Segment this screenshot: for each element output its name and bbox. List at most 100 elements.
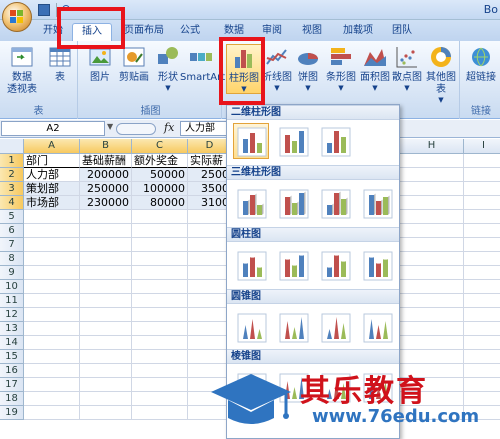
grid-cell[interactable] <box>80 252 132 266</box>
column-header-a[interactable]: A <box>24 139 80 154</box>
data-cell[interactable]: 市场部 <box>24 196 80 210</box>
row-header-7[interactable]: 7 <box>0 238 24 252</box>
grid-cell[interactable] <box>80 308 132 322</box>
grid-cell[interactable] <box>464 378 500 392</box>
tab-view[interactable]: 视图 <box>296 23 328 41</box>
grid-cell[interactable] <box>24 350 80 364</box>
data-cell[interactable]: 230000 <box>80 196 132 210</box>
grid-cell[interactable] <box>80 392 132 406</box>
save-icon[interactable] <box>38 4 50 16</box>
row-header-5[interactable]: 5 <box>0 210 24 224</box>
formula-input[interactable]: 人力部 <box>180 121 230 136</box>
row-header-6[interactable]: 6 <box>0 224 24 238</box>
grid-cell[interactable] <box>24 294 80 308</box>
row-header-2[interactable]: 2 <box>0 168 24 182</box>
row-header-9[interactable]: 9 <box>0 266 24 280</box>
scatter-chart-button[interactable]: 散点图 ▼ <box>390 44 424 92</box>
grid-cell[interactable] <box>132 392 188 406</box>
grid-cell[interactable] <box>464 168 500 182</box>
grid-cell[interactable] <box>132 210 188 224</box>
grid-cell[interactable] <box>464 210 500 224</box>
select-all-corner[interactable] <box>0 139 24 154</box>
grid-cell[interactable] <box>80 266 132 280</box>
other-charts-button[interactable]: 其他图表 ▼ <box>422 44 460 104</box>
row-header-4[interactable]: 4 <box>0 196 24 210</box>
hyperlink-button[interactable]: 超链接 <box>463 44 499 84</box>
grid-cell[interactable] <box>464 280 500 294</box>
data-cell[interactable]: 50000 <box>132 168 188 182</box>
row-header-13[interactable]: 13 <box>0 322 24 336</box>
grid-cell[interactable] <box>80 336 132 350</box>
row-header-14[interactable]: 14 <box>0 336 24 350</box>
column-header-h[interactable]: H <box>400 139 464 154</box>
formula-bar-expand-control[interactable] <box>116 123 156 135</box>
chart-subtype-cyl-4[interactable] <box>359 247 395 283</box>
tab-formulas[interactable]: 公式 <box>174 23 206 41</box>
grid-cell[interactable] <box>464 322 500 336</box>
grid-cell[interactable] <box>400 168 464 182</box>
grid-cell[interactable] <box>80 364 132 378</box>
data-cell[interactable]: 100000 <box>132 182 188 196</box>
grid-cell[interactable] <box>24 252 80 266</box>
chart-subtype-cone-3[interactable] <box>317 309 353 345</box>
row-header-18[interactable]: 18 <box>0 392 24 406</box>
row-header-17[interactable]: 17 <box>0 378 24 392</box>
grid-cell[interactable] <box>400 266 464 280</box>
grid-cell[interactable] <box>132 294 188 308</box>
chart-subtype-cone-2[interactable] <box>275 309 311 345</box>
grid-cell[interactable] <box>24 406 80 420</box>
row-header-10[interactable]: 10 <box>0 280 24 294</box>
column-header-b[interactable]: B <box>80 139 132 154</box>
tab-addins[interactable]: 加载项 <box>336 23 380 41</box>
grid-cell[interactable] <box>464 294 500 308</box>
header-cell[interactable]: 部门 <box>24 154 80 168</box>
grid-cell[interactable] <box>400 154 464 168</box>
grid-cell[interactable] <box>132 308 188 322</box>
clipart-button[interactable]: 剪贴画 <box>116 44 152 84</box>
table-button[interactable]: 表 <box>42 44 78 84</box>
header-cell[interactable]: 基础薪酬 <box>80 154 132 168</box>
row-header-3[interactable]: 3 <box>0 182 24 196</box>
name-box[interactable]: A2 <box>1 121 105 136</box>
grid-cell[interactable] <box>80 322 132 336</box>
grid-cell[interactable] <box>132 336 188 350</box>
pie-chart-button[interactable]: 饼图 ▼ <box>292 44 324 92</box>
chart-subtype-cyl-1[interactable] <box>233 247 269 283</box>
grid-cell[interactable] <box>464 266 500 280</box>
grid-cell[interactable] <box>80 406 132 420</box>
chart-subtype-cone-1[interactable] <box>233 309 269 345</box>
grid-cell[interactable] <box>400 238 464 252</box>
office-button[interactable] <box>2 2 32 32</box>
grid-cell[interactable] <box>24 224 80 238</box>
grid-cell[interactable] <box>400 224 464 238</box>
column-header-i[interactable]: I <box>464 139 500 154</box>
grid-cell[interactable] <box>80 294 132 308</box>
chart-subtype-col3d-3[interactable] <box>317 185 353 221</box>
grid-cell[interactable] <box>400 196 464 210</box>
name-box-dropdown-icon[interactable]: ▼ <box>107 122 113 131</box>
grid-cell[interactable] <box>132 280 188 294</box>
grid-cell[interactable] <box>400 350 464 364</box>
grid-cell[interactable] <box>400 280 464 294</box>
pivot-table-button[interactable]: 数据 透视表 <box>4 44 40 96</box>
column-header-c[interactable]: C <box>132 139 188 154</box>
data-cell[interactable]: 策划部 <box>24 182 80 196</box>
grid-cell[interactable] <box>24 364 80 378</box>
chart-subtype-col3d-4[interactable] <box>359 185 395 221</box>
chart-subtype-col2d-3[interactable] <box>317 123 353 159</box>
grid-cell[interactable] <box>24 308 80 322</box>
grid-cell[interactable] <box>132 350 188 364</box>
grid-cell[interactable] <box>80 350 132 364</box>
grid-cell[interactable] <box>464 336 500 350</box>
grid-cell[interactable] <box>24 392 80 406</box>
row-header-19[interactable]: 19 <box>0 406 24 420</box>
grid-cell[interactable] <box>400 308 464 322</box>
data-cell[interactable]: 人力部 <box>24 168 80 182</box>
chart-subtype-col2d-2[interactable] <box>275 123 311 159</box>
data-cell[interactable]: 200000 <box>80 168 132 182</box>
grid-cell[interactable] <box>464 238 500 252</box>
tab-team[interactable]: 团队 <box>386 23 418 41</box>
chart-subtype-col3d-1[interactable] <box>233 185 269 221</box>
data-cell[interactable]: 80000 <box>132 196 188 210</box>
grid-cell[interactable] <box>24 238 80 252</box>
